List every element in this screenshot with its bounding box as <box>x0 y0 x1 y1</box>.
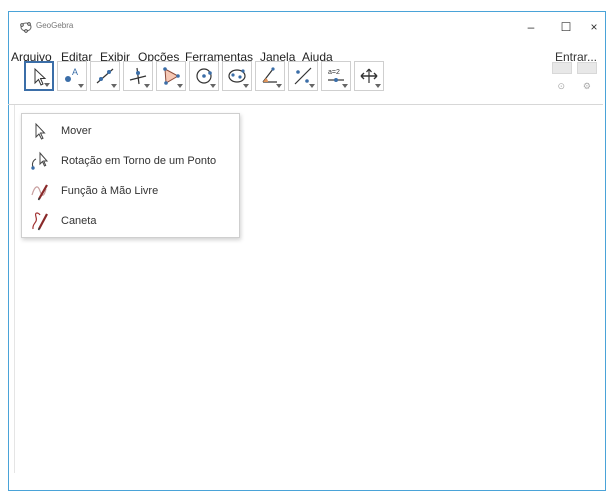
move-view-tool-button[interactable] <box>354 61 384 91</box>
dropdown-item-label: Mover <box>61 125 92 137</box>
window-title: GeoGebra <box>36 21 74 30</box>
title-bar: GeoGebra – ☐ × <box>9 12 605 42</box>
perpendicular-tool-button[interactable] <box>123 61 153 91</box>
undo-button[interactable] <box>552 62 572 74</box>
tool-menu-triangle <box>309 84 315 88</box>
tool-menu-triangle <box>276 84 282 88</box>
angle-tool-button[interactable] <box>255 61 285 91</box>
freehand-function-icon <box>31 184 48 201</box>
dropdown-item-freehand[interactable]: Função à Mão Livre <box>22 177 239 205</box>
tool-menu-triangle <box>243 84 249 88</box>
svg-text:A: A <box>72 67 78 77</box>
dropdown-item-caneta[interactable]: Caneta <box>22 207 239 235</box>
tool-menu-triangle <box>144 84 150 88</box>
geogebra-logo-icon <box>20 22 32 33</box>
dropdown-item-label: Caneta <box>61 215 97 227</box>
dropdown-item-label: Rotação em Torno de um Ponto <box>61 155 217 167</box>
pen-icon <box>32 212 48 231</box>
rotate-around-point-icon <box>31 151 49 170</box>
svg-text:a=2: a=2 <box>328 69 340 76</box>
maximize-button[interactable]: ☐ <box>555 18 577 36</box>
conic-tool-button[interactable] <box>222 61 252 91</box>
tool-menu-triangle <box>375 84 381 88</box>
help-icon[interactable]: ⊙ <box>557 81 565 92</box>
tool-menu-triangle <box>44 83 50 87</box>
circle-tool-button[interactable] <box>189 61 219 91</box>
move-arrow-icon <box>35 122 46 140</box>
point-tool-button[interactable]: A <box>57 61 87 91</box>
slider-tool-button[interactable]: a=2 <box>321 61 351 91</box>
tool-dropdown-menu: Mover Rotação em Torno de um Ponto Funçã… <box>21 113 240 238</box>
toolbar-separator <box>8 104 603 105</box>
tool-menu-triangle <box>177 84 183 88</box>
settings-gear-icon[interactable]: ⚙ <box>583 81 591 92</box>
close-button[interactable]: × <box>583 18 605 36</box>
dropdown-item-label: Função à Mão Livre <box>61 185 159 197</box>
polygon-tool-button[interactable] <box>156 61 186 91</box>
dropdown-item-rotate[interactable]: Rotação em Torno de um Ponto <box>22 147 239 175</box>
dropdown-item-mover[interactable]: Mover <box>22 117 239 145</box>
tool-menu-triangle <box>111 84 117 88</box>
minimize-button[interactable]: – <box>520 18 542 36</box>
redo-button[interactable] <box>577 62 597 74</box>
graphics-view-border <box>14 105 15 473</box>
tool-menu-triangle <box>78 84 84 88</box>
move-tool-button[interactable] <box>24 61 54 91</box>
tool-menu-triangle <box>210 84 216 88</box>
reflect-tool-button[interactable] <box>288 61 318 91</box>
line-tool-button[interactable] <box>90 61 120 91</box>
tool-menu-triangle <box>342 84 348 88</box>
